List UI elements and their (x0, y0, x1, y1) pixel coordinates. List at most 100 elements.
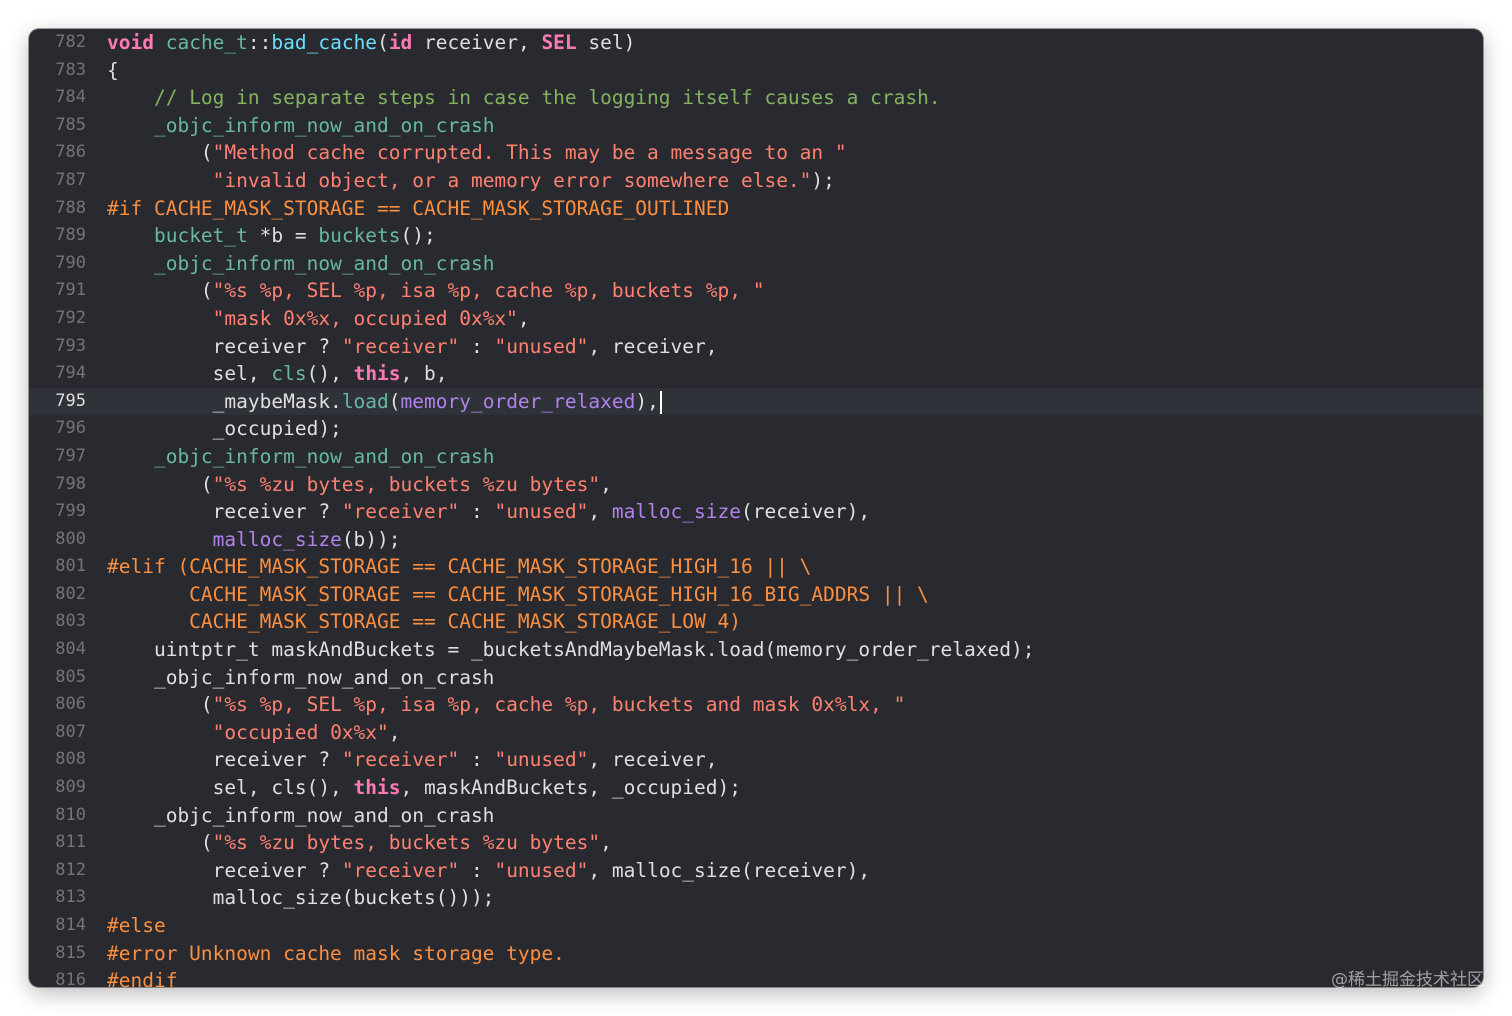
code-line[interactable]: 785 _objc_inform_now_and_on_crash (29, 112, 1483, 140)
line-number: 816 (55, 970, 86, 987)
code-line[interactable]: 787 "invalid object, or a memory error s… (29, 167, 1483, 195)
code-token: _objc_inform_now_and_on_crash (107, 803, 495, 827)
code-token: , b, (400, 362, 448, 386)
line-source: #elif (CACHE_MASK_STORAGE == CACHE_MASK_… (107, 553, 811, 581)
code-line[interactable]: 799 receiver ? "receiver" : "unused", ma… (29, 498, 1483, 526)
code-token: #else (107, 914, 166, 937)
code-line[interactable]: 788 #if CACHE_MASK_STORAGE == CACHE_MASK_… (29, 195, 1483, 223)
code-token: memory_order_relaxed (400, 389, 636, 413)
code-line[interactable]: 786 ("Method cache corrupted. This may b… (29, 139, 1483, 167)
line-number: 791 (55, 280, 86, 301)
code-token: ); (811, 168, 835, 192)
line-number: 804 (55, 639, 86, 660)
text-cursor (659, 390, 662, 414)
code-line[interactable]: 794 sel, cls(), this, b, (29, 360, 1483, 388)
code-token: "mask 0x%x, occupied 0x%x" (212, 306, 518, 330)
line-number: 809 (55, 777, 86, 798)
code-line[interactable]: 795 _maybeMask.load(memory_order_relaxed… (29, 387, 1483, 416)
code-token: ( (107, 693, 213, 717)
line-source: "occupied 0x%x", (107, 719, 401, 747)
code-line[interactable]: 809 sel, cls(), this, maskAndBuckets, _o… (29, 774, 1483, 802)
code-line[interactable]: 792 "mask 0x%x, occupied 0x%x", (29, 305, 1483, 333)
code-token: , malloc_size(receiver), (588, 858, 871, 882)
line-number: 796 (55, 418, 86, 439)
code-line[interactable]: 798 ("%s %zu bytes, buckets %zu bytes", (29, 471, 1483, 499)
line-source: _objc_inform_now_and_on_crash (107, 112, 494, 140)
code-token: "receiver" (341, 748, 460, 772)
line-source: bucket_t *b = buckets(); (107, 222, 436, 250)
code-line[interactable]: 789 bucket_t *b = buckets(); (29, 222, 1483, 250)
line-source: uintptr_t maskAndBuckets = _bucketsAndMa… (107, 636, 1035, 664)
code-token: CACHE_MASK_STORAGE == CACHE_MASK_STORAGE… (107, 610, 741, 634)
code-line[interactable]: 802 CACHE_MASK_STORAGE == CACHE_MASK_STO… (29, 581, 1483, 609)
code-line[interactable]: 800 malloc_size(b)); (29, 526, 1483, 554)
source-code-area[interactable]: 782 void cache_t::bad_cache(id receiver, … (29, 29, 1483, 987)
code-token: , (517, 306, 530, 330)
line-number: 801 (55, 556, 86, 577)
line-source: #else (107, 912, 166, 940)
code-token: (receiver), (741, 500, 871, 524)
code-line[interactable]: 807 "occupied 0x%x", (29, 719, 1483, 747)
code-line[interactable]: 811 ("%s %zu bytes, buckets %zu bytes", (29, 829, 1483, 857)
code-line[interactable]: 808 receiver ? "receiver" : "unused", re… (29, 746, 1483, 774)
line-number: 792 (55, 307, 86, 328)
line-source: #if CACHE_MASK_STORAGE == CACHE_MASK_STO… (107, 195, 729, 223)
code-line[interactable]: 803 CACHE_MASK_STORAGE == CACHE_MASK_STO… (29, 608, 1483, 636)
code-line[interactable]: 806 ("%s %p, SEL %p, isa %p, cache %p, b… (29, 691, 1483, 719)
code-token: CACHE_MASK_STORAGE == CACHE_MASK_STORAGE… (107, 582, 929, 606)
code-token: bucket_t (153, 224, 248, 248)
code-line[interactable]: 810 _objc_inform_now_and_on_crash (29, 802, 1483, 830)
code-line[interactable]: 782 void cache_t::bad_cache(id receiver, … (29, 29, 1483, 57)
code-line[interactable]: 784 // Log in separate steps in case the… (29, 84, 1483, 112)
code-token: , (588, 500, 612, 524)
code-line[interactable]: 814 #else (29, 912, 1483, 940)
code-token: load (341, 389, 389, 413)
line-number: 807 (55, 721, 86, 742)
code-token: :: (247, 31, 272, 54)
code-line[interactable]: 791 ("%s %p, SEL %p, isa %p, cache %p, b… (29, 277, 1483, 305)
code-line[interactable]: 797 _objc_inform_now_and_on_crash (29, 443, 1483, 471)
code-line[interactable]: 804 uintptr_t maskAndBuckets = _bucketsA… (29, 636, 1483, 664)
line-source: // Log in separate steps in case the log… (107, 84, 941, 112)
code-line[interactable]: 793 receiver ? "receiver" : "unused", re… (29, 333, 1483, 361)
code-line[interactable]: 816 #endif (29, 967, 1483, 987)
code-line[interactable]: 801 #elif (CACHE_MASK_STORAGE == CACHE_MA… (29, 553, 1483, 581)
line-number: 802 (55, 583, 86, 604)
line-source: ("%s %p, SEL %p, isa %p, cache %p, bucke… (107, 277, 765, 305)
code-line[interactable]: 813 malloc_size(buckets())); (29, 884, 1483, 912)
code-line[interactable]: 812 receiver ? "receiver" : "unused", ma… (29, 857, 1483, 885)
line-source: #error Unknown cache mask storage type. (107, 940, 565, 968)
code-line[interactable]: 796 _occupied); (29, 415, 1483, 443)
code-token: , (388, 720, 401, 744)
line-number: 803 (55, 611, 86, 632)
code-token: , receiver, (588, 334, 718, 358)
code-token: malloc_size (212, 527, 342, 551)
line-number: 789 (55, 225, 86, 246)
code-token: sel, cls(), (107, 776, 354, 800)
code-token: void (107, 31, 154, 54)
line-number: 793 (55, 335, 86, 356)
code-line[interactable]: 783 { (29, 57, 1483, 85)
line-source: sel, cls(), this, b, (107, 360, 448, 388)
code-token: ( (107, 279, 213, 303)
line-source: _objc_inform_now_and_on_crash (107, 250, 494, 278)
code-token: malloc_size(buckets())); (107, 886, 495, 910)
line-source: receiver ? "receiver" : "unused", malloc… (107, 857, 870, 885)
line-source: "mask 0x%x, occupied 0x%x", (107, 305, 530, 333)
code-token: uintptr_t maskAndBuckets = _bucketsAndMa… (107, 638, 1035, 662)
code-token: (), (306, 362, 354, 386)
code-token: : (459, 748, 495, 772)
code-token: "unused" (494, 858, 589, 882)
code-token: "unused" (494, 748, 589, 772)
code-token: "unused" (494, 334, 589, 358)
code-line[interactable]: 805 _objc_inform_now_and_on_crash (29, 664, 1483, 692)
line-source: _occupied); (107, 415, 342, 443)
code-line[interactable]: 790 _objc_inform_now_and_on_crash (29, 250, 1483, 278)
code-line[interactable]: 815 #error Unknown cache mask storage typ… (29, 940, 1483, 968)
